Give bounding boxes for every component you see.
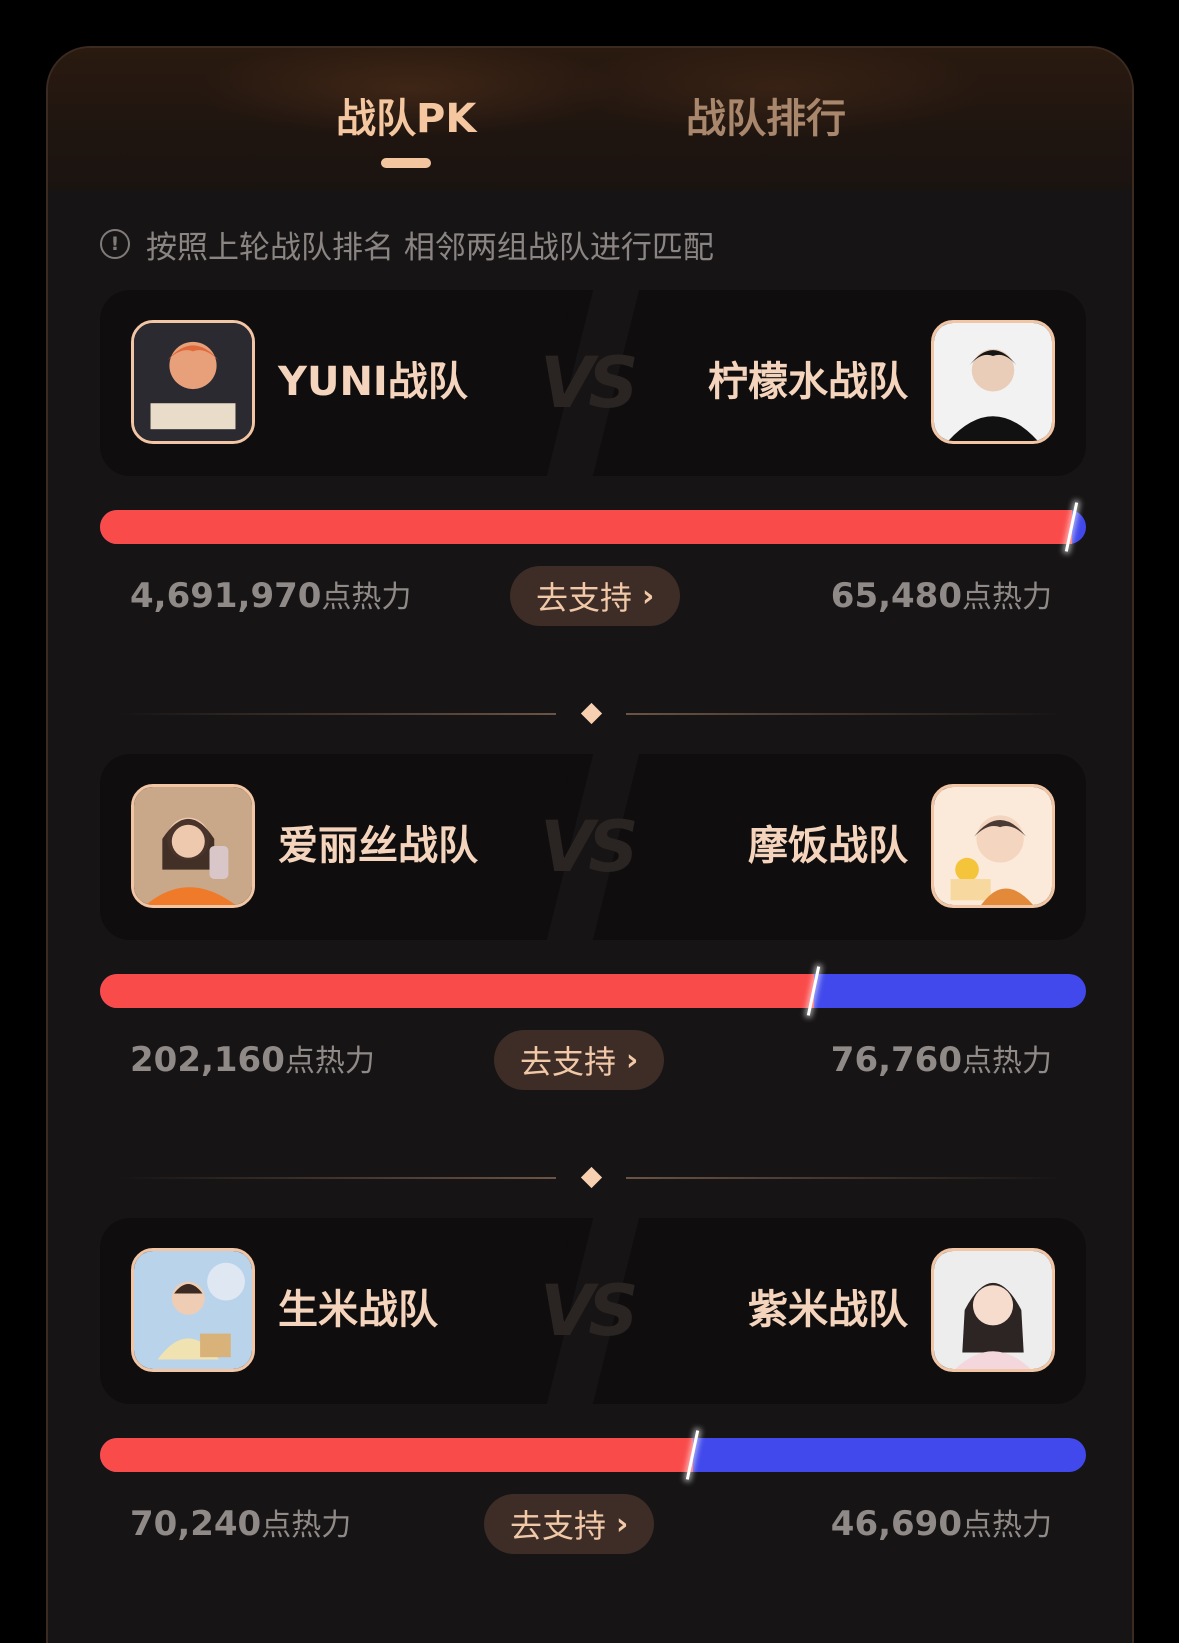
diamond-icon	[580, 702, 603, 725]
notice-text: 按照上轮战队排名 相邻两组战队进行匹配	[146, 229, 714, 266]
left-share-fill	[100, 1438, 693, 1472]
section-divider	[116, 1166, 1066, 1189]
left-team-name: YUNI战队	[278, 359, 468, 405]
score-unit: 点热力	[962, 1044, 1052, 1079]
chevron-right-icon: ›	[642, 578, 655, 614]
chevron-right-icon: ›	[626, 1042, 639, 1078]
tab-bar: 战队PK 战队排行	[48, 48, 1132, 190]
score-unit: 点热力	[962, 1508, 1052, 1543]
right-team-name: 柠檬水战队	[708, 359, 908, 405]
right-score-value: 76,760	[830, 1040, 962, 1080]
pk-panel: 战队PK 战队排行 ! 按照上轮战队排名 相邻两组战队进行匹配 YUNI战队 V…	[46, 46, 1134, 1643]
tab-team-ranking[interactable]: 战队排行	[686, 86, 846, 144]
matching-notice: ! 按照上轮战队排名 相邻两组战队进行匹配	[100, 224, 714, 266]
vs-label: VS	[540, 806, 639, 888]
team-avatar[interactable]	[131, 1248, 255, 1372]
right-team-name: 摩饭战队	[748, 823, 908, 869]
left-score: 4,691,970点热力	[130, 574, 411, 620]
info-icon: !	[100, 229, 130, 259]
right-team-name: 紫米战队	[748, 1287, 908, 1333]
left-score: 70,240点热力	[130, 1502, 351, 1548]
score-unit: 点热力	[321, 580, 412, 615]
score-unit: 点热力	[261, 1508, 352, 1543]
support-label: 去支持	[536, 579, 633, 617]
section-divider	[116, 702, 1066, 725]
chevron-right-icon: ›	[616, 1506, 629, 1542]
right-score-value: 65,480	[830, 576, 962, 616]
vs-label: VS	[540, 342, 639, 424]
vs-label: VS	[540, 1270, 639, 1352]
active-tab-indicator	[381, 158, 431, 168]
team-avatar[interactable]	[931, 1248, 1055, 1372]
team-avatar[interactable]	[131, 320, 255, 444]
pk-progress-bar	[100, 1430, 1086, 1480]
pk-progress-bar	[100, 502, 1086, 552]
team-avatar[interactable]	[131, 784, 255, 908]
right-score: 65,480点热力	[831, 574, 1052, 620]
left-score: 202,160点热力	[130, 1038, 375, 1084]
pk-progress-bar	[100, 966, 1086, 1016]
left-share-fill	[100, 510, 1072, 544]
team-avatar[interactable]	[931, 784, 1055, 908]
right-score: 46,690点热力	[831, 1502, 1052, 1548]
right-score-value: 46,690	[830, 1504, 962, 1544]
team-avatar[interactable]	[931, 320, 1055, 444]
left-score-value: 202,160	[130, 1040, 285, 1080]
support-label: 去支持	[520, 1043, 617, 1081]
left-team-name: 爱丽丝战队	[278, 823, 478, 869]
support-button[interactable]: 去支持 ›	[510, 566, 681, 626]
tab-team-pk[interactable]: 战队PK	[336, 86, 476, 144]
support-button[interactable]: 去支持 ›	[484, 1494, 655, 1554]
left-team-name: 生米战队	[278, 1287, 438, 1333]
left-share-fill	[100, 974, 814, 1008]
left-score-value: 70,240	[130, 1504, 262, 1544]
support-button[interactable]: 去支持 ›	[494, 1030, 665, 1090]
diamond-icon	[580, 1166, 603, 1189]
score-unit: 点热力	[284, 1044, 375, 1079]
support-label: 去支持	[510, 1507, 607, 1545]
right-score: 76,760点热力	[831, 1038, 1052, 1084]
left-score-value: 4,691,970	[130, 576, 322, 616]
score-unit: 点热力	[962, 580, 1052, 615]
